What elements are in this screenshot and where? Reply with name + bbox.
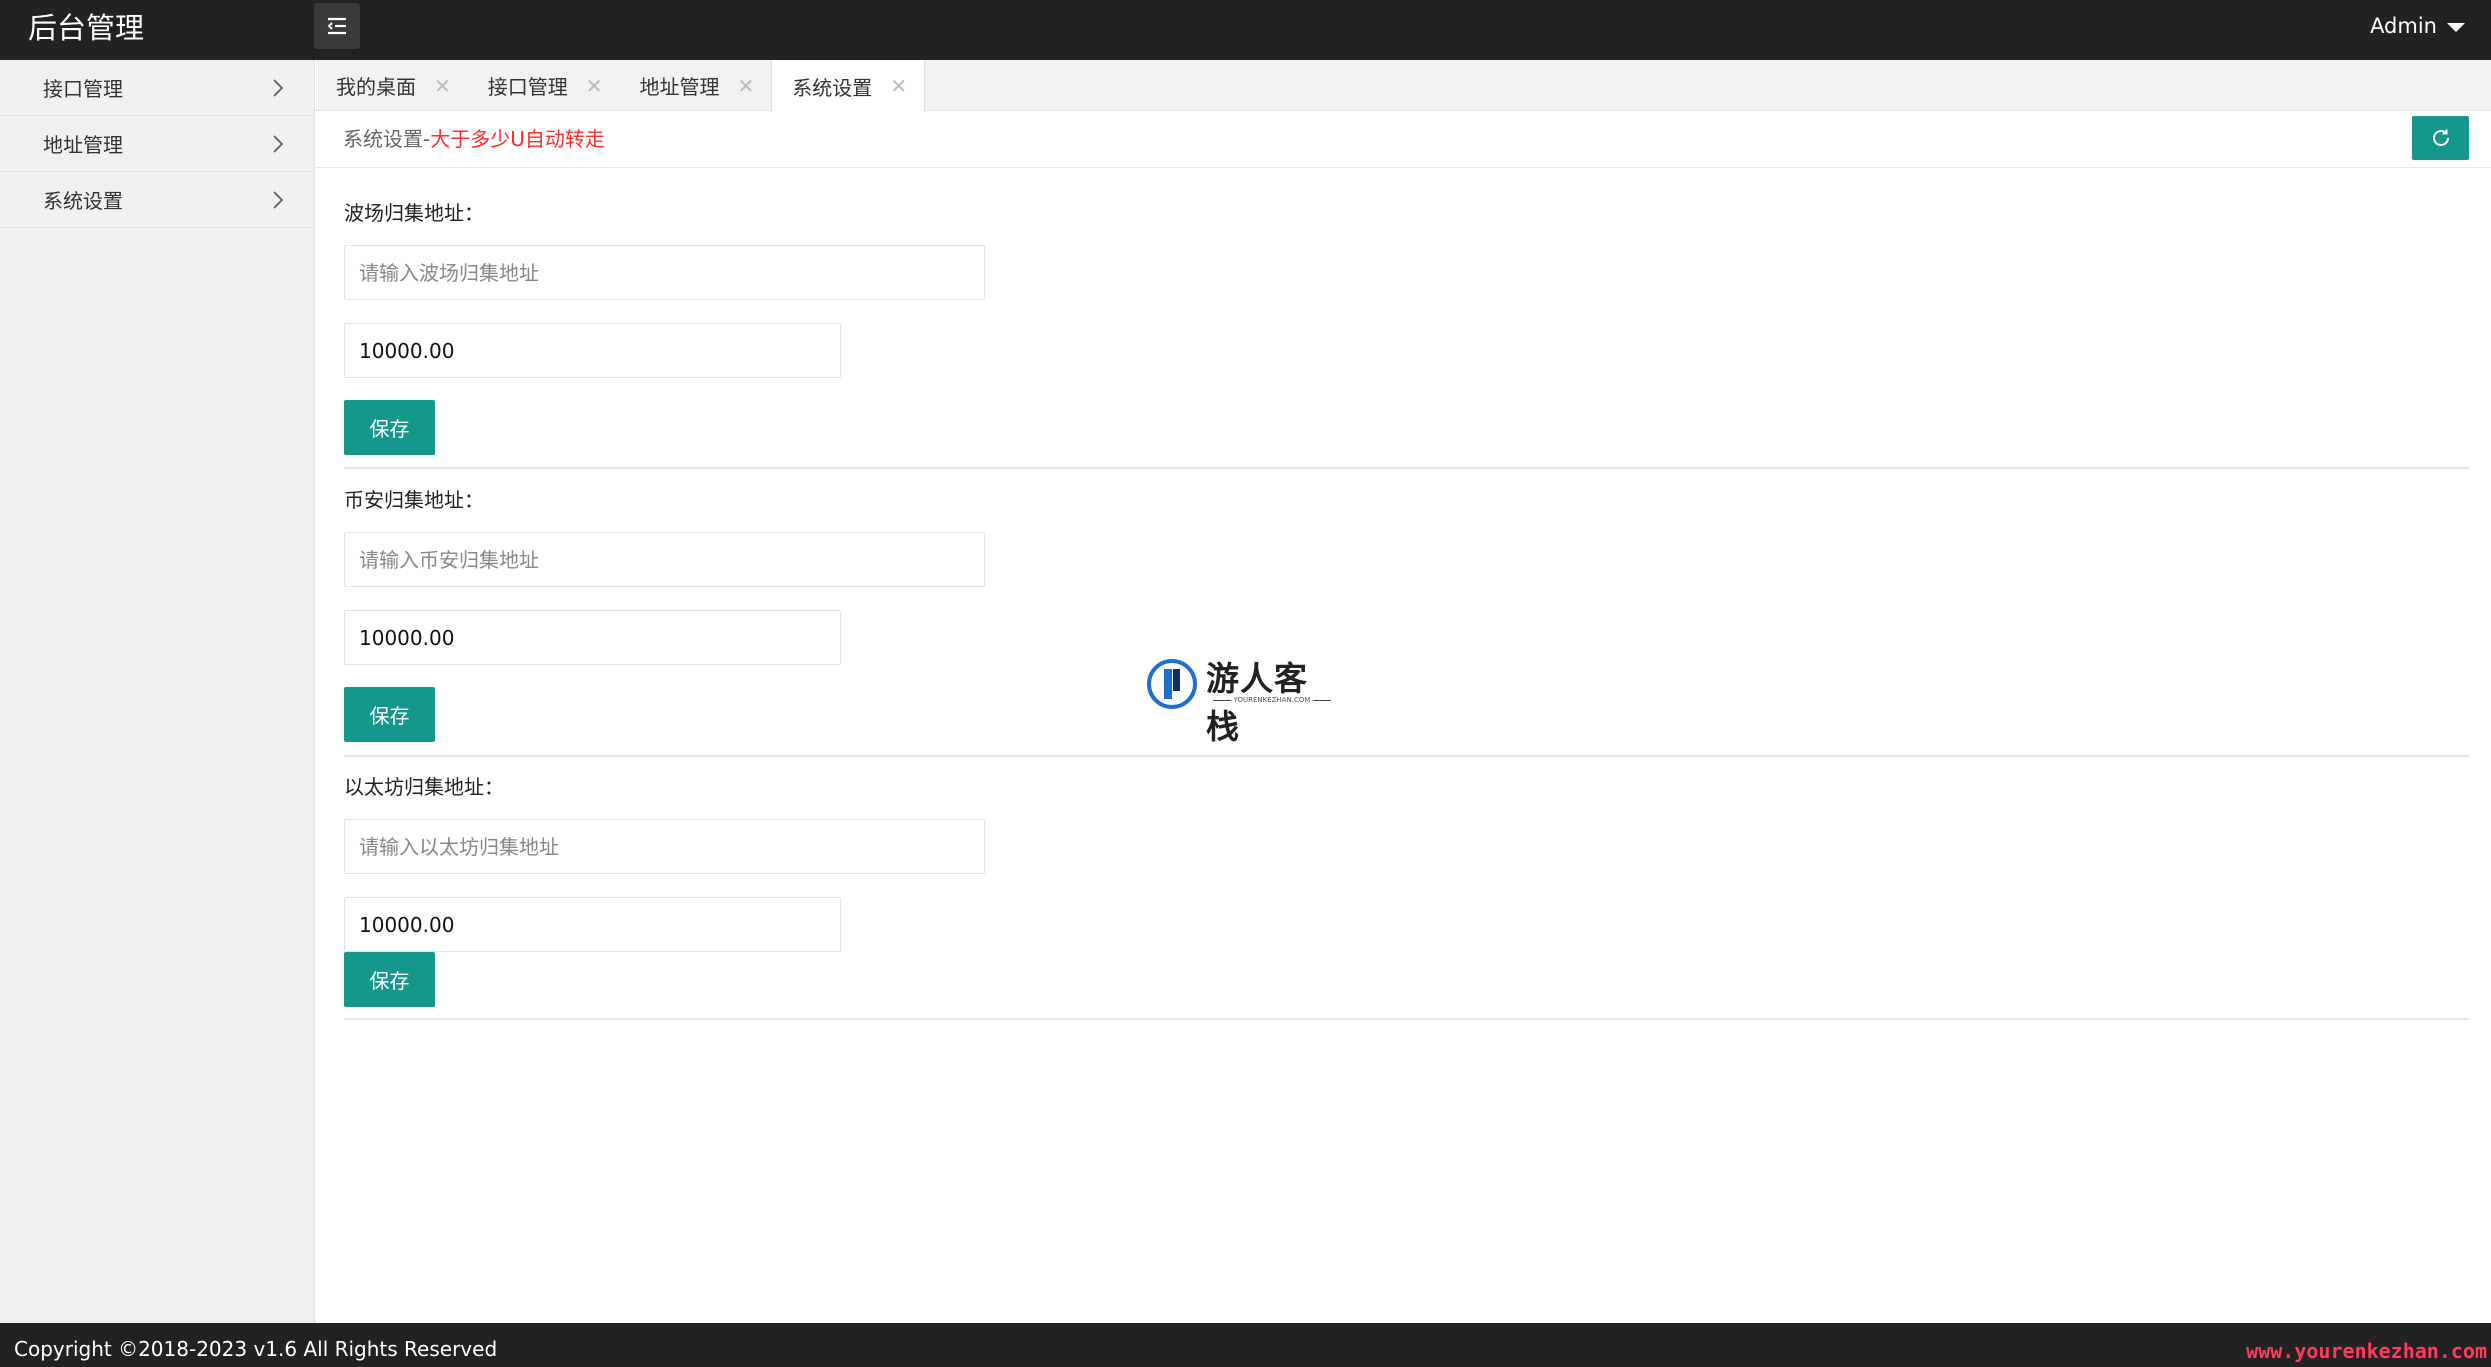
binance-amount-input[interactable] [344, 610, 841, 665]
chevron-right-icon [273, 79, 284, 97]
ethereum-address-label: 以太坊归集地址： [344, 775, 504, 799]
ethereum-address-input[interactable] [344, 819, 985, 874]
top-header: 后台管理 Admin [0, 0, 2491, 60]
menu-collapse-icon [327, 17, 346, 35]
tab-bar: 我的桌面 ✕ 接口管理 ✕ 地址管理 ✕ 系统设置 ✕ [316, 60, 2491, 112]
close-icon[interactable]: ✕ [890, 74, 907, 98]
tab-label: 系统设置 [792, 75, 873, 100]
watermark-sub: YOURENKEZHAN.COM [1208, 696, 1336, 704]
tab-label: 我的桌面 [336, 75, 416, 99]
copyright-text: Copyright ©2018-2023 v1.6 All Rights Res… [14, 1337, 498, 1361]
ethereum-amount-input[interactable] [344, 897, 841, 952]
close-icon[interactable]: ✕ [738, 74, 755, 98]
sidebar-item-label: 地址管理 [43, 133, 123, 157]
watermark-sub-text: YOURENKEZHAN.COM [1233, 696, 1311, 704]
sidebar-item-label: 系统设置 [43, 189, 123, 213]
caret-down-icon [2447, 22, 2465, 32]
close-icon[interactable]: ✕ [586, 74, 603, 98]
tab-desktop[interactable]: 我的桌面 ✕ [316, 60, 468, 111]
tab-address[interactable]: 地址管理 ✕ [620, 60, 772, 111]
sidebar-item-interface[interactable]: 接口管理 [0, 60, 314, 116]
app-title: 后台管理 [28, 11, 145, 45]
save-button[interactable]: 保存 [344, 687, 435, 742]
tab-settings[interactable]: 系统设置 ✕ [771, 60, 926, 112]
sidebar: 接口管理 地址管理 系统设置 [0, 60, 315, 1323]
chevron-right-icon [273, 191, 284, 209]
refresh-icon [2432, 129, 2449, 146]
user-menu[interactable]: Admin [2370, 0, 2465, 52]
page-title-prefix: 系统设置- [343, 127, 431, 151]
page-header: 系统设置-大于多少U自动转走 [316, 111, 2491, 168]
tron-address-input[interactable] [344, 245, 985, 300]
site-url: www.yourenkezhan.com [2246, 1339, 2487, 1363]
tab-label: 地址管理 [639, 75, 720, 99]
tron-section: 波场归集地址： 保存 [344, 168, 2469, 469]
menu-toggle-button[interactable] [314, 3, 360, 49]
tab-label: 接口管理 [487, 75, 568, 99]
page-title: 系统设置-大于多少U自动转走 [343, 111, 605, 168]
page-title-highlight: 大于多少U自动转走 [430, 127, 605, 151]
chevron-right-icon [273, 135, 284, 153]
sidebar-item-label: 接口管理 [43, 77, 123, 101]
tron-amount-input[interactable] [344, 323, 841, 378]
tab-interface[interactable]: 接口管理 ✕ [468, 60, 620, 111]
binance-address-input[interactable] [344, 532, 985, 587]
binance-section: 币安归集地址： 保存 [344, 470, 2469, 757]
close-icon[interactable]: ✕ [434, 74, 451, 98]
sidebar-item-settings[interactable]: 系统设置 [0, 172, 314, 228]
sidebar-item-address[interactable]: 地址管理 [0, 116, 314, 172]
watermark-logo-icon [1147, 659, 1197, 709]
footer: Copyright ©2018-2023 v1.6 All Rights Res… [0, 1323, 2491, 1367]
ethereum-section: 以太坊归集地址： 保存 [344, 757, 2469, 1020]
refresh-button[interactable] [2412, 116, 2469, 160]
binance-address-label: 币安归集地址： [344, 488, 484, 512]
tron-address-label: 波场归集地址： [344, 201, 484, 225]
save-button[interactable]: 保存 [344, 952, 435, 1007]
watermark: 游人客栈 YOURENKEZHAN.COM [1146, 652, 1338, 746]
user-name: Admin [2370, 14, 2437, 38]
save-button[interactable]: 保存 [344, 400, 435, 455]
